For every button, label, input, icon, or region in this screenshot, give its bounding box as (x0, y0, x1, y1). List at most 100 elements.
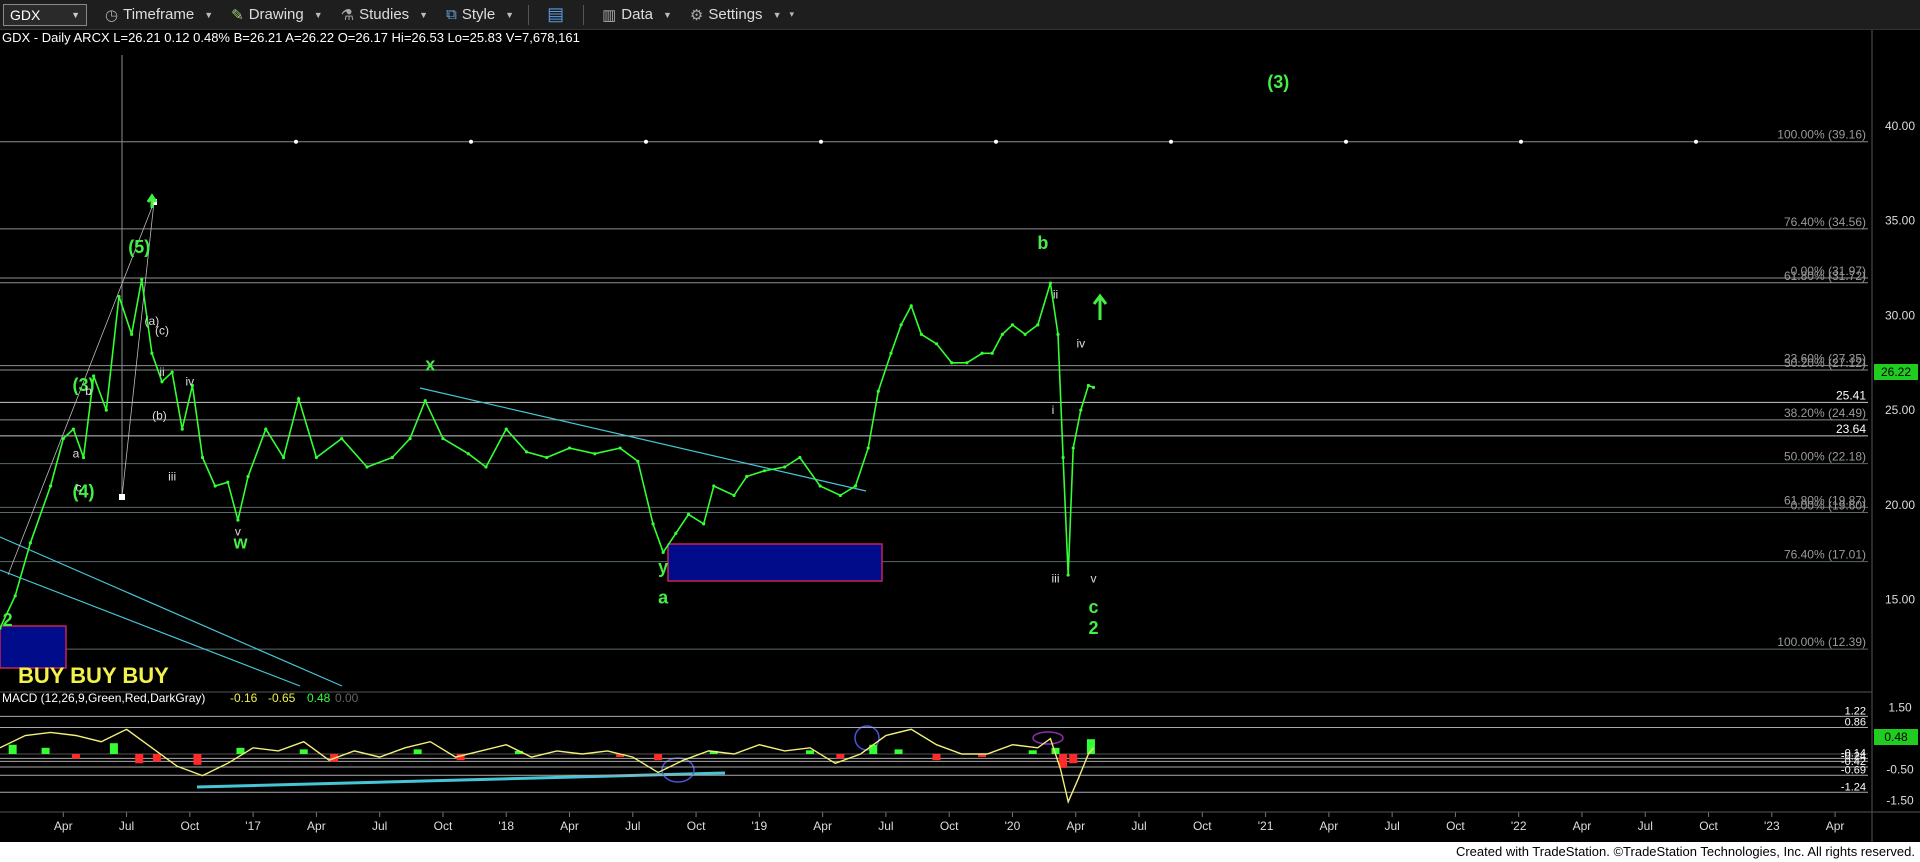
price-point (390, 455, 394, 460)
drawing-menu[interactable]: ✎ Drawing ▼ (231, 6, 323, 24)
macd-histogram-bar (894, 749, 903, 754)
price-point (213, 484, 217, 488)
clock-icon: ◷ (105, 6, 119, 24)
price-point (934, 342, 939, 346)
price-point (745, 474, 749, 479)
price-point (104, 408, 108, 412)
timeframe-menu[interactable]: ◷ Timeframe ▼ (105, 6, 213, 24)
wave-label: x (425, 354, 435, 374)
level-label: 100.00% (39.16) (1777, 128, 1866, 142)
x-tick-label: Apr (560, 819, 579, 833)
x-tick-label: '22 (1511, 819, 1527, 833)
toolbar-divider (528, 4, 530, 25)
price-point (1010, 323, 1015, 327)
y-tick-label: 40.00 (1885, 119, 1915, 133)
price-point (950, 361, 954, 365)
gear-icon: ⚙ (689, 6, 704, 24)
price-chart[interactable]: GDX - Daily ARCX L=26.21 0.12 0.48% B=26… (0, 30, 1920, 842)
price-point (160, 380, 164, 384)
settings-menu[interactable]: ⚙ Settings ▼ ▾ (690, 6, 794, 24)
level-label: 76.40% (17.01) (1784, 548, 1866, 562)
x-tick-label: Jul (625, 819, 640, 833)
price-point (524, 450, 529, 454)
price-point (150, 351, 154, 355)
x-tick-label: Oct (181, 819, 200, 833)
wave-sublabel: v (235, 524, 241, 538)
price-point (264, 427, 268, 431)
macd-histogram-bar (836, 754, 845, 759)
macd-histogram-bar (8, 744, 17, 754)
price-point (965, 361, 969, 365)
x-tick-label: Jul (1384, 819, 1399, 833)
style-label: Style (461, 6, 496, 23)
level-label: 30.20% (27.12) (1784, 356, 1866, 370)
wave-sublabel: i (1052, 403, 1055, 417)
wave-sublabel: ii (1053, 287, 1058, 301)
price-point (980, 351, 984, 355)
wave-sublabel: ii (159, 365, 164, 379)
price-point (1048, 281, 1053, 285)
bar-chart-icon: ▥ (602, 6, 617, 24)
macd-level-label: -1.24 (1841, 781, 1866, 793)
x-tick-label: Oct (1446, 819, 1465, 833)
symbol-selector[interactable]: GDX ▼ (3, 3, 87, 26)
price-point (545, 455, 549, 460)
price-point (651, 522, 655, 526)
price-point (990, 351, 994, 355)
level-dot (1344, 139, 1348, 144)
macd-histogram-bar (1069, 754, 1078, 764)
toolbar: GDX ▼ ◷ Timeframe ▼ ✎ Drawing ▼ ⚗ Studie… (0, 0, 1920, 30)
macd-histogram-bar (1028, 750, 1037, 754)
level-label: 38.20% (24.49) (1784, 406, 1866, 420)
price-point (889, 351, 893, 355)
y-tick-label: 35.00 (1885, 214, 1915, 228)
level-label: 100.00% (12.39) (1777, 635, 1866, 649)
x-tick-label: Oct (1193, 819, 1212, 833)
wave-sublabel: iv (1076, 337, 1085, 351)
y-tick-label: 15.00 (1885, 593, 1915, 607)
price-point (1000, 332, 1004, 336)
wave-label: a (658, 587, 669, 607)
price-point (798, 455, 802, 460)
price-point (130, 332, 134, 336)
price-point (484, 465, 488, 469)
price-point (81, 455, 86, 460)
anchor-point (119, 494, 125, 500)
wave-sublabel: (b) (152, 409, 167, 423)
price-point (340, 436, 344, 441)
y-tick-label: 20.00 (1885, 498, 1915, 512)
chevron-down-icon: ▼ (313, 9, 323, 20)
wave-sublabel: a (73, 447, 80, 461)
price-point (281, 455, 286, 460)
macd-value-2: -0.65 (268, 691, 296, 705)
price-point (919, 332, 923, 336)
macd-label: MACD (12,26,9,Green,Red,DarkGray) (2, 691, 205, 705)
x-tick-label: Apr (1826, 819, 1845, 833)
price-point (236, 518, 240, 522)
level-dot (1694, 139, 1698, 144)
data-menu[interactable]: ▥ Data ▼ (602, 6, 672, 24)
level-dot (819, 139, 823, 144)
style-menu[interactable]: ⧉ Style ▼ (446, 6, 514, 23)
chart-header: GDX - Daily ARCX L=26.21 0.12 0.48% B=26… (2, 30, 580, 45)
x-tick-label: Jul (372, 819, 387, 833)
price-point (28, 541, 32, 545)
x-tick-label: Apr (54, 819, 73, 833)
chevron-down-icon: ▼ (204, 9, 214, 20)
macd-y-tick-label: -1.50 (1886, 793, 1914, 807)
macd-histogram-bar (1059, 754, 1068, 768)
level-dot (644, 139, 648, 144)
price-point (1086, 383, 1091, 388)
price-point (180, 427, 184, 431)
price-point (686, 512, 691, 517)
studies-menu[interactable]: ⚗ Studies ▼ (341, 6, 428, 24)
layout-icon: ▤ (547, 4, 565, 24)
x-tick-label: '23 (1764, 819, 1780, 833)
layout-button[interactable]: ▤ (547, 4, 569, 25)
wave-label: (5) (128, 237, 150, 257)
price-point (49, 484, 53, 488)
macd-value-3: 0.48 (307, 691, 331, 705)
wave-sublabel: iii (168, 469, 176, 483)
macd-value-1: -0.16 (230, 691, 258, 705)
price-point (1091, 385, 1096, 390)
